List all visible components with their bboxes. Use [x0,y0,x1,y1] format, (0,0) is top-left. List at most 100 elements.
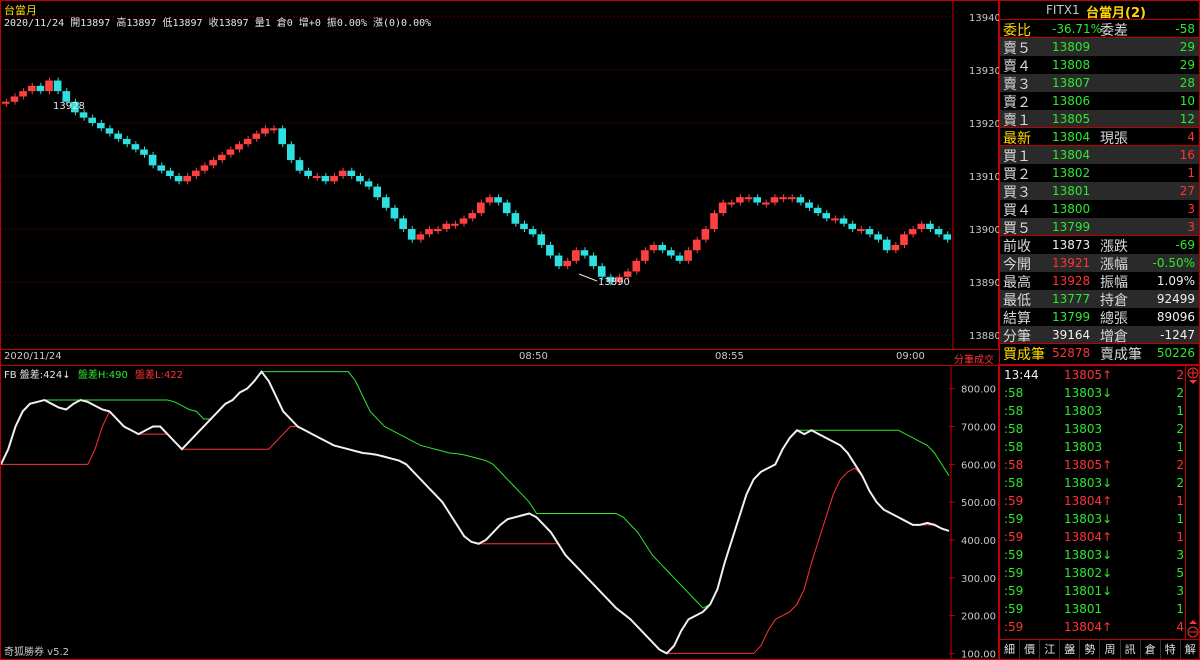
price-chart-panel[interactable]: 13940 13930 13920 13910 13900 13890 13880 13928… [0,0,1000,351]
tick-tab[interactable]: 盤 [1060,640,1081,659]
quote-row: 結算 13799 總張 89096 [1000,308,1199,327]
app-version: 奇狐勝券 v5.2 [4,647,69,658]
tick-tab[interactable]: 解 [1181,640,1200,659]
candle [831,218,839,221]
tick-time: :59 [1004,512,1024,526]
candle [174,176,183,182]
quote-row: 賣２ 13806 10 [1000,92,1199,111]
tick-row: 13:44 13805↑ 2 [1000,366,1186,384]
tick-volume: 2 [1176,458,1184,472]
candle [684,250,692,261]
candle [718,202,727,214]
y-tick-label: 800.00 [961,385,996,396]
indicator-chart-panel[interactable]: 800.00 700.00 600.00 500.00 400.00 300.00 200.… [0,365,999,660]
tick-tab[interactable]: 特 [1161,640,1181,659]
tick-tab[interactable]: 細 [1000,640,1021,659]
candle [209,160,217,166]
candle [710,213,718,230]
time-axis: 2020/11/24 08:50 08:55 09:00 分筆成交 [0,350,999,366]
y-tick-label: 13910 [969,172,1000,183]
time-tick: 09:00 [896,351,925,362]
quote-row: 分筆 39164 增倉 -1247 [1000,326,1199,345]
candle [623,271,632,277]
y-tick-label: 100.00 [961,649,996,660]
candle [114,133,122,139]
tick-price: 13801 [1064,602,1103,616]
tick-row: :58 13803↓ 2 [1000,384,1186,402]
candle [822,213,831,219]
candle [891,244,900,251]
tick-volume: 1 [1176,602,1184,616]
quote-header: FITX1 台當月(2) [1000,1,1199,21]
quote-label-2: 賣成筆 [1100,347,1142,363]
candle [511,213,520,224]
tick-scrollbar[interactable] [1185,366,1199,639]
candle [373,186,381,198]
tick-tab[interactable]: 倉 [1141,640,1161,659]
tick-tab[interactable]: 江 [1040,640,1061,659]
quote-row: 今開 13921 漲幅 -0.50% [1000,254,1199,273]
quote-row: 買５ 13799 3 [1000,218,1199,237]
candle [528,229,537,235]
quote-label-2: 持倉 [1100,293,1128,309]
candle [857,229,865,232]
candle [572,250,580,261]
candle [900,234,908,245]
tick-row: :58 13803 1 [1000,438,1186,456]
symbol-name: 台當月(2) [1086,6,1146,21]
candle [701,229,710,240]
quote-row: 買２ 13802 1 [1000,164,1199,183]
candle [226,149,235,155]
candle [88,117,96,123]
quote-row: 最高 13928 振幅 1.09% [1000,272,1199,291]
quote-row: 賣４ 13808 29 [1000,56,1199,75]
candle [563,260,571,267]
quote-row: 委比 -36.71% 委差 -58 [1000,20,1199,39]
candle [312,176,321,178]
candle [338,170,347,176]
indicator-legend: FB 盤差:424↓ 盤差H:490 盤差L:422 [4,366,183,381]
ohlc-info: 2020/11/24 開13897 高13897 低13897 收13897 量… [4,18,432,29]
quote-value-2: 3 [1187,220,1195,234]
quote-value: 13804 [1052,148,1091,162]
quote-label: 前收 [1003,239,1031,255]
quote-row: 買４ 13800 3 [1000,200,1199,219]
tick-list: 13:44 13805↑ 2:58 13803↓ 2:58 13803 1:58 13803 2… [1000,366,1186,636]
tick-row: :59 13803↓ 3 [1000,546,1186,564]
quote-row: 賣５ 13809 29 [1000,38,1199,57]
candle [865,229,874,235]
candle [874,234,882,240]
quote-label: 最高 [1003,275,1031,291]
quote-label: 買４ [1003,203,1031,219]
legend-low: 盤差L:422 [135,370,184,381]
candle [805,202,813,208]
candle [641,250,649,261]
quote-rows: 委比 -36.71% 委差 -58 賣５ 13809 29 賣４ 13808 29 賣３ 13807 2… [1000,20,1199,363]
tick-tab[interactable]: 勢 [1080,640,1101,659]
candle [787,197,796,200]
candle [451,223,459,226]
candle [692,239,701,251]
tick-tab[interactable]: 周 [1100,640,1121,659]
quote-value-2: 1 [1187,166,1195,180]
quote-value: 13800 [1052,202,1091,216]
tick-panel[interactable]: 13:44 13805↑ 2:58 13803↓ 2:58 13803 1:58 13803 2… [999,365,1200,660]
quote-value-2: 4 [1187,130,1195,144]
candle [97,122,105,129]
tick-tab[interactable]: 訊 [1121,640,1141,659]
tick-price: 13803↓ [1064,548,1113,562]
quote-value-2: -69 [1175,238,1195,252]
candle [330,176,338,182]
quote-row: 買１ 13804 16 [1000,146,1199,165]
y-tick-label: 400.00 [961,536,996,547]
tick-time: :59 [1004,494,1024,508]
candle [537,234,546,245]
candle [364,181,373,187]
candle [744,197,753,200]
tick-time: :59 [1004,584,1024,598]
candle [546,244,554,256]
quote-label-2: 振幅 [1100,275,1128,291]
quote-value-2: 92499 [1156,292,1195,306]
tick-price: 13803 [1064,440,1103,454]
tick-tab[interactable]: 價 [1020,640,1041,659]
